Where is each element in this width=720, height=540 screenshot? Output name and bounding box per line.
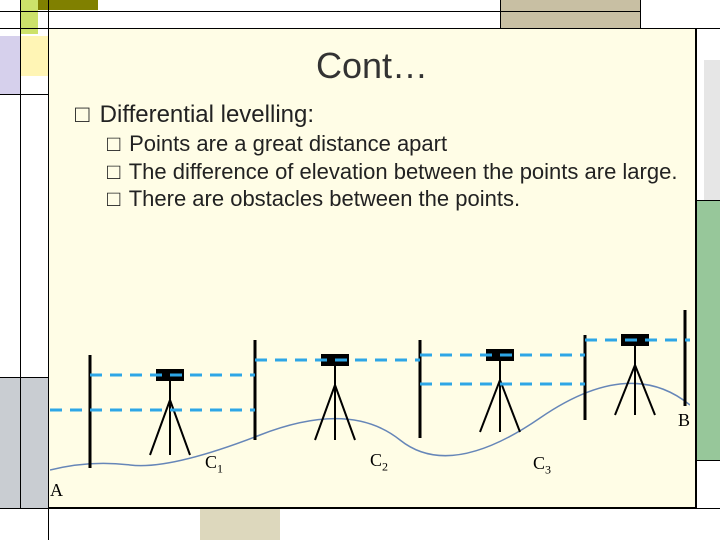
deco-line [0, 94, 48, 95]
deco-line [20, 0, 21, 508]
deco-line [696, 28, 697, 508]
levelling-diagram: A B C1 C2 C3 [50, 310, 690, 500]
slide-body: □ Differential levelling: □ Points are a… [75, 100, 695, 213]
bullet-text: The difference of elevation between the … [129, 159, 678, 184]
deco-line [640, 0, 641, 28]
deco-line [0, 11, 640, 12]
deco-block [704, 60, 720, 200]
deco-block [696, 200, 720, 460]
deco-block [0, 36, 20, 94]
bullet-marker: □ [107, 158, 123, 186]
deco-line [500, 0, 501, 28]
slide-title: Cont… [48, 45, 696, 87]
deco-block [20, 36, 48, 76]
deco-block [200, 508, 280, 540]
sub-bullet: □ There are obstacles between the points… [107, 185, 695, 213]
bullet-main: □ Differential levelling: [75, 100, 695, 130]
bullet-text: There are obstacles between the points. [129, 186, 520, 211]
deco-line [696, 460, 720, 461]
bullet-text: Differential levelling: [100, 101, 314, 128]
bullet-text: Points are a great distance apart [129, 131, 447, 156]
diagram-label-c1: C1 [205, 452, 223, 477]
sub-bullet: □ The difference of elevation between th… [107, 158, 695, 186]
bullet-marker: □ [107, 185, 123, 213]
slide: Cont… □ Differential levelling: □ Points… [0, 0, 720, 540]
deco-line [0, 508, 720, 509]
bullet-marker: □ [75, 100, 93, 130]
deco-line [696, 200, 720, 201]
deco-block [0, 378, 48, 508]
deco-block [500, 0, 640, 28]
deco-line [0, 377, 48, 378]
diagram-label-c3: C3 [533, 453, 551, 478]
deco-line [0, 28, 720, 29]
deco-block [38, 0, 98, 10]
diagram-label-b: B [678, 410, 690, 431]
bullet-marker: □ [107, 130, 123, 158]
diagram-label-a: A [50, 480, 63, 501]
sub-bullet: □ Points are a great distance apart [107, 130, 695, 158]
diagram-label-c2: C2 [370, 450, 388, 475]
